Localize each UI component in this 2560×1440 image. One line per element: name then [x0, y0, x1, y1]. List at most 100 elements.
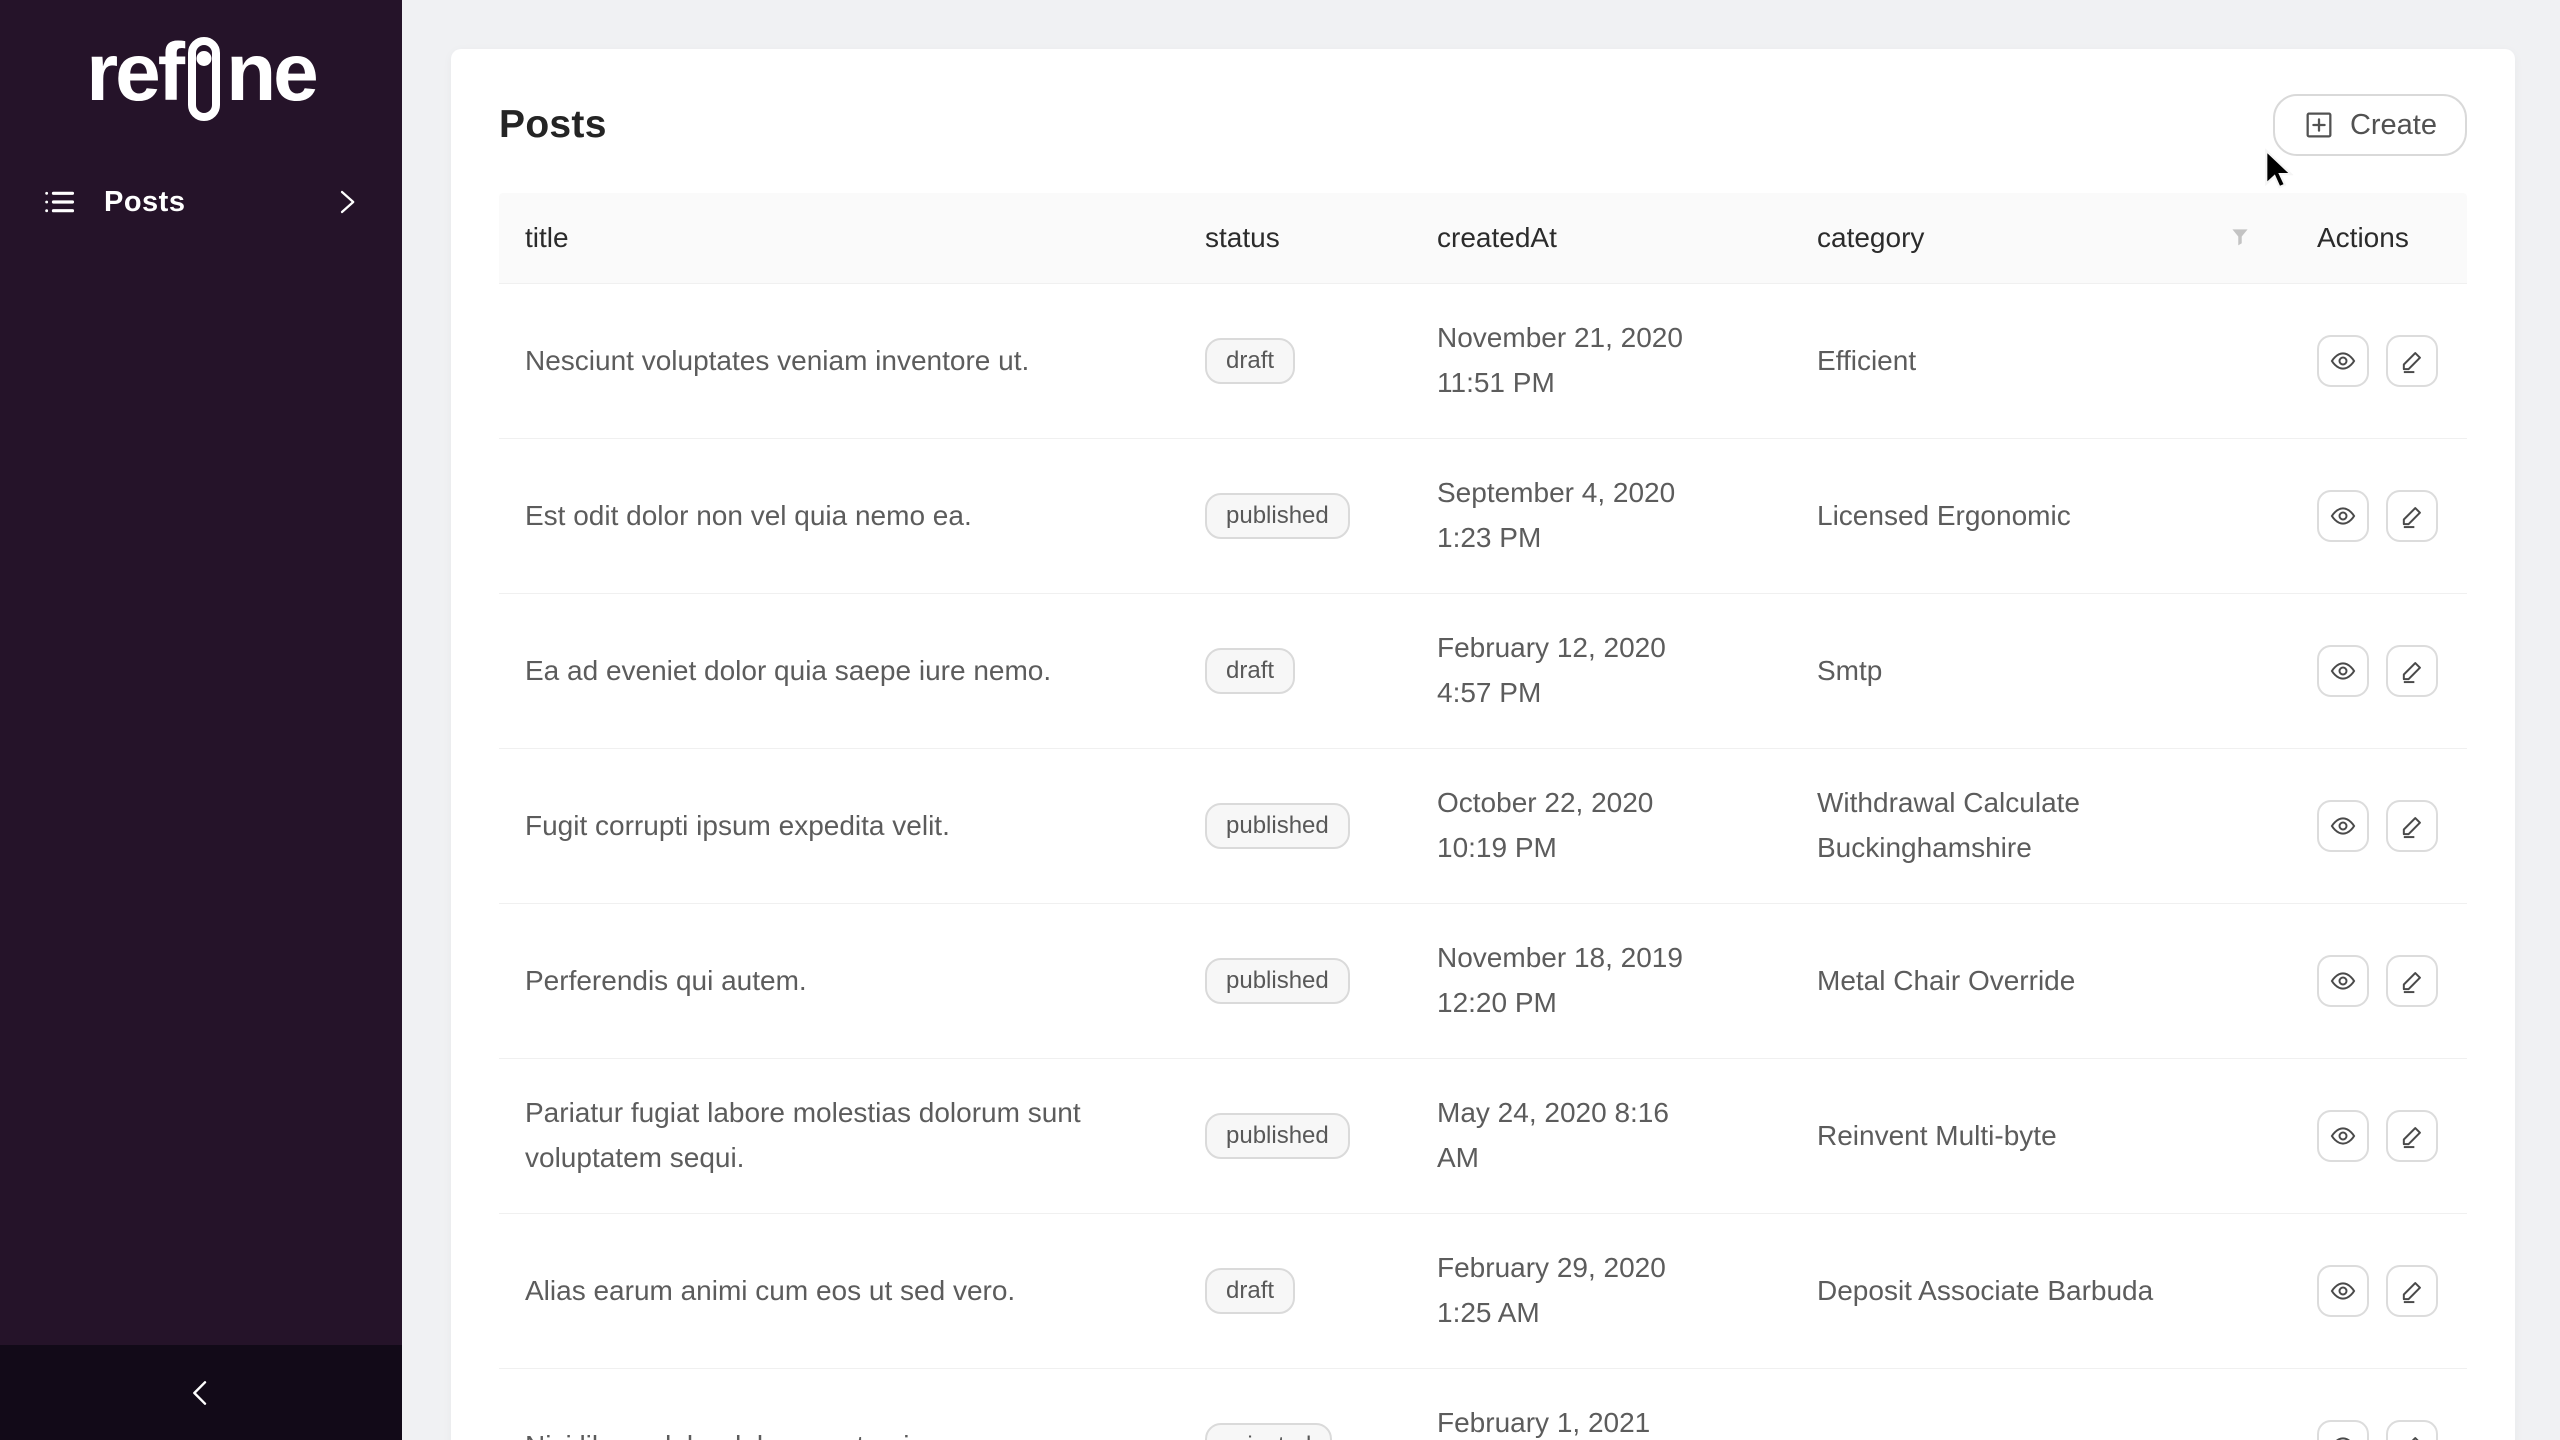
edit-button[interactable]	[2386, 335, 2438, 387]
view-button[interactable]	[2317, 800, 2369, 852]
view-button[interactable]	[2317, 1110, 2369, 1162]
edit-button[interactable]	[2386, 645, 2438, 697]
column-header-actions: Actions	[2291, 222, 2467, 254]
column-header-title: title	[499, 222, 1179, 254]
app-window: refne Posts	[0, 0, 2560, 1440]
post-title: Fugit corrupti ipsum expedita velit.	[499, 804, 1179, 849]
view-button[interactable]	[2317, 490, 2369, 542]
posts-table: title status createdAt category Actions	[499, 193, 2467, 1440]
eye-icon	[2329, 967, 2357, 995]
post-created-at: September 4, 2020 1:23 PM	[1411, 471, 1791, 561]
plus-square-icon	[2303, 109, 2335, 141]
edit-pencil-icon	[2398, 1122, 2426, 1150]
column-header-category: category	[1791, 222, 2291, 254]
row-actions	[2291, 335, 2467, 387]
table-row: Perferendis qui autem. published Novembe…	[499, 904, 2467, 1059]
refine-logo[interactable]: refne	[0, 28, 402, 118]
status-badge: published	[1205, 1113, 1350, 1160]
table-header-row: title status createdAt category Actions	[499, 193, 2467, 284]
edit-pencil-icon	[2398, 502, 2426, 530]
eye-icon	[2329, 657, 2357, 685]
create-button-label: Create	[2350, 109, 2437, 142]
eye-icon	[2329, 1277, 2357, 1305]
table-row: Alias earum animi cum eos ut sed vero. d…	[499, 1214, 2467, 1369]
chevron-left-icon	[185, 1377, 217, 1409]
view-button[interactable]	[2317, 1420, 2369, 1440]
edit-button[interactable]	[2386, 1110, 2438, 1162]
status-badge: published	[1205, 493, 1350, 540]
table-row: Pariatur fugiat labore molestias dolorum…	[499, 1059, 2467, 1214]
view-button[interactable]	[2317, 1265, 2369, 1317]
post-category: Deposit Associate Barbuda	[1791, 1269, 2291, 1314]
post-title: Pariatur fugiat labore molestias dolorum…	[499, 1091, 1179, 1181]
post-created-at: February 1, 2021 1:25 AM	[1411, 1401, 1791, 1440]
edit-button[interactable]	[2386, 490, 2438, 542]
chevron-right-icon	[332, 187, 362, 217]
sidebar-item-label: Posts	[104, 186, 185, 219]
edit-button[interactable]	[2386, 1265, 2438, 1317]
row-actions	[2291, 955, 2467, 1007]
edit-pencil-icon	[2398, 657, 2426, 685]
post-created-at: October 22, 2020 10:19 PM	[1411, 781, 1791, 871]
status-badge: draft	[1205, 338, 1295, 385]
post-title: Nisi libero dolor dolores aut qui nam eu…	[499, 1424, 1179, 1440]
table-row: Fugit corrupti ipsum expedita velit. pub…	[499, 749, 2467, 904]
logo-text-ref: ref	[86, 26, 182, 120]
post-created-at: February 12, 2020 4:57 PM	[1411, 626, 1791, 716]
post-created-at: May 24, 2020 8:16 AM	[1411, 1091, 1791, 1181]
eye-icon	[2329, 1122, 2357, 1150]
card-header: Posts Create	[499, 89, 2467, 161]
table-row: Nesciunt voluptates veniam inventore ut.…	[499, 284, 2467, 439]
create-button[interactable]: Create	[2273, 94, 2467, 156]
post-title: Nesciunt voluptates veniam inventore ut.	[499, 339, 1179, 384]
edit-pencil-icon	[2398, 1432, 2426, 1440]
logo-text-ne: ne	[226, 26, 316, 120]
post-created-at: February 29, 2020 1:25 AM	[1411, 1246, 1791, 1336]
sidebar-item-posts[interactable]: Posts	[0, 166, 402, 238]
unordered-list-icon	[40, 183, 78, 221]
status-badge: published	[1205, 958, 1350, 1005]
edit-button[interactable]	[2386, 800, 2438, 852]
eye-icon	[2329, 1432, 2357, 1440]
mouse-cursor	[2258, 148, 2302, 192]
post-category: Metal Chair Override	[1791, 959, 2291, 1004]
post-created-at: November 21, 2020 11:51 PM	[1411, 316, 1791, 406]
post-title: Ea ad eveniet dolor quia saepe iure nemo…	[499, 649, 1179, 694]
post-title: Alias earum animi cum eos ut sed vero.	[499, 1269, 1179, 1314]
view-button[interactable]	[2317, 335, 2369, 387]
table-row: Ea ad eveniet dolor quia saepe iure nemo…	[499, 594, 2467, 749]
posts-list-card: Posts Create title status	[451, 49, 2515, 1440]
filter-funnel-icon[interactable]	[2227, 225, 2253, 251]
row-actions	[2291, 1420, 2467, 1440]
edit-button[interactable]	[2386, 955, 2438, 1007]
status-badge: published	[1205, 803, 1350, 850]
row-actions	[2291, 800, 2467, 852]
post-category: Licensed Ergonomic	[1791, 494, 2291, 539]
eye-icon	[2329, 502, 2357, 530]
post-created-at: November 18, 2019 12:20 PM	[1411, 936, 1791, 1026]
table-row: Est odit dolor non vel quia nemo ea. pub…	[499, 439, 2467, 594]
view-button[interactable]	[2317, 955, 2369, 1007]
page-title: Posts	[499, 103, 607, 147]
edit-pencil-icon	[2398, 812, 2426, 840]
edit-pencil-icon	[2398, 347, 2426, 375]
edit-button[interactable]	[2386, 1420, 2438, 1440]
row-actions	[2291, 1265, 2467, 1317]
sidebar: refne Posts	[0, 0, 402, 1440]
post-category: Withdrawal Calculate Buckinghamshire	[1791, 781, 2291, 871]
table-row: Nisi libero dolor dolores aut qui nam eu…	[499, 1369, 2467, 1440]
row-actions	[2291, 1110, 2467, 1162]
view-button[interactable]	[2317, 645, 2369, 697]
row-actions	[2291, 645, 2467, 697]
edit-pencil-icon	[2398, 967, 2426, 995]
status-badge: rejected	[1205, 1423, 1332, 1440]
row-actions	[2291, 490, 2467, 542]
post-category: Efficient	[1791, 339, 2291, 384]
status-badge: draft	[1205, 648, 1295, 695]
status-badge: draft	[1205, 1268, 1295, 1315]
eye-icon	[2329, 347, 2357, 375]
sidebar-collapse-button[interactable]	[0, 1345, 402, 1440]
main-content: Posts Create title status	[402, 0, 2560, 1440]
post-title: Perferendis qui autem.	[499, 959, 1179, 1004]
post-category: Smtp	[1791, 649, 2291, 694]
